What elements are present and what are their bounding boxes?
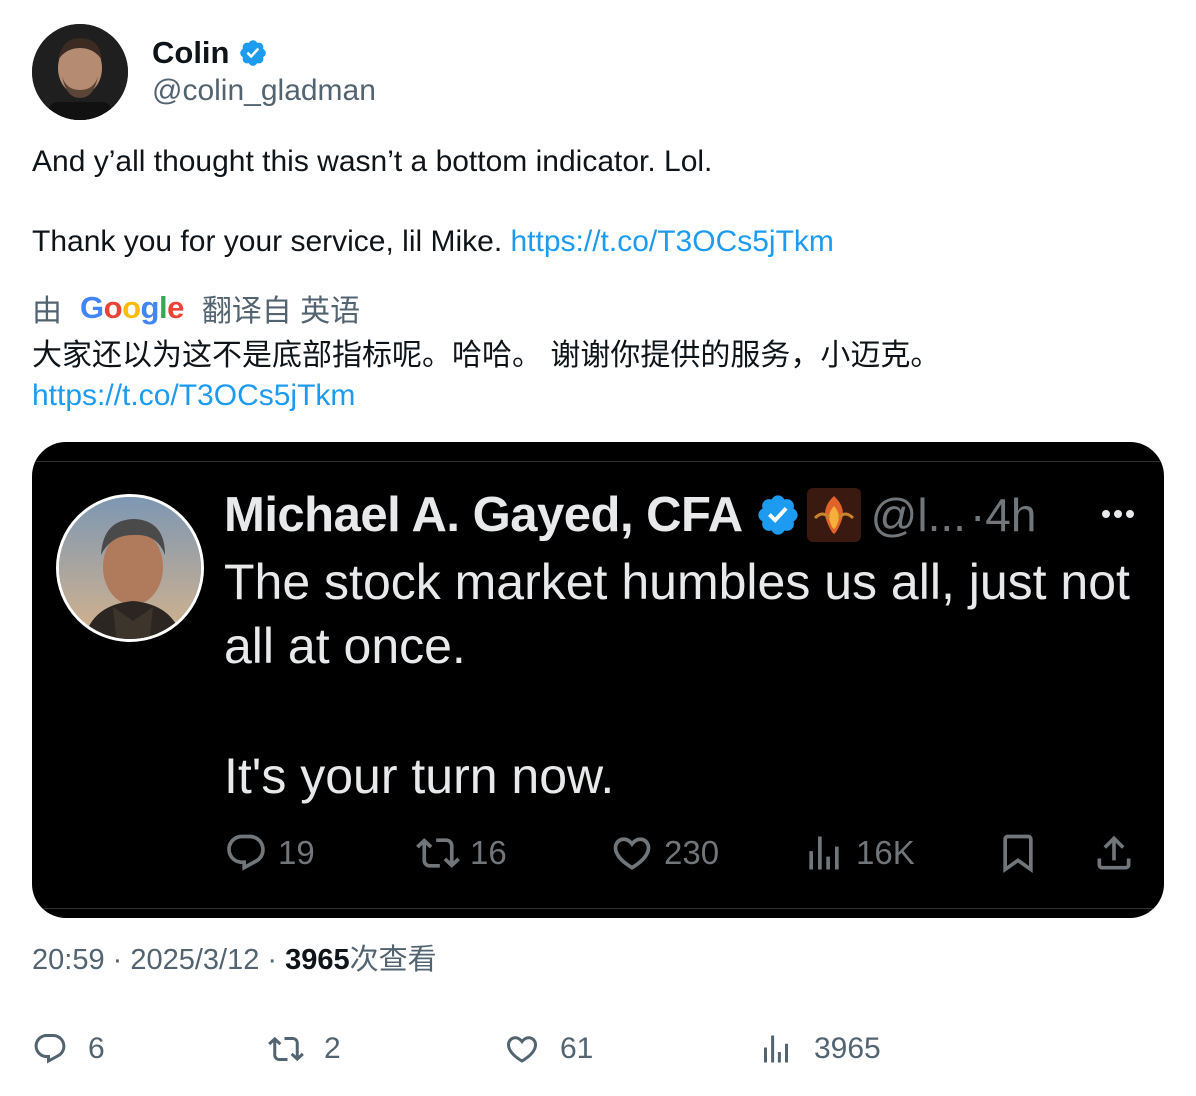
translation-attribution: 由 Google 翻译自 英语 <box>32 288 360 328</box>
analytics-icon <box>809 836 839 870</box>
reply-icon <box>227 834 265 871</box>
embedded-tweet-header: Michael A. Gayed, CFA @l... ·4h <box>224 484 1036 546</box>
divider <box>32 908 1164 909</box>
embedded-like-count: 230 <box>610 826 719 880</box>
tweet-text: And y’all thought this wasn’t a bottom i… <box>32 142 1162 262</box>
tweet-line-2: Thank you for your service, lil Mike. <box>32 225 511 258</box>
embedded-handle: @l... <box>870 489 966 541</box>
tweet-header: Colin @colin_gladman <box>32 24 376 120</box>
tweet-line-1: And y’all thought this wasn’t a bottom i… <box>32 145 713 178</box>
share-icon <box>1097 835 1131 870</box>
like-count: 61 <box>560 1032 594 1065</box>
heart-icon <box>506 1036 538 1063</box>
reply-button[interactable]: 6 <box>32 1026 105 1072</box>
affiliate-badge-icon <box>806 488 861 542</box>
embedded-bookmark <box>996 826 1050 880</box>
embedded-time: ·4h <box>969 489 1037 541</box>
author-avatar[interactable] <box>32 24 128 120</box>
reply-icon <box>34 1034 66 1064</box>
more-options-icon <box>1102 510 1134 518</box>
verified-badge-icon <box>758 495 798 535</box>
views-button[interactable]: 3965 <box>758 1026 881 1072</box>
tweet-meta: 20:59 · 2025/3/12 · 3965次查看 <box>32 940 437 980</box>
bookmark-icon <box>1003 834 1033 874</box>
translation-suffix: 翻译自 英语 <box>201 295 361 328</box>
views-label: 次查看 <box>349 944 437 976</box>
embedded-display-name: Michael A. Gayed, CFA <box>224 488 743 542</box>
embedded-reply-count: 19 <box>224 826 315 880</box>
author-display-name[interactable]: Colin <box>152 35 230 71</box>
reply-count: 6 <box>88 1032 105 1065</box>
embedded-tweet-text: The stock market humbles us all, just no… <box>224 550 1154 808</box>
translated-link[interactable]: https://t.co/T3OCs5jTkm <box>32 376 1172 416</box>
repost-icon <box>416 838 460 868</box>
embedded-line-1: The stock market humbles us all, just no… <box>224 554 1130 674</box>
translated-text: 大家还以为这不是底部指标呢。哈哈。 谢谢你提供的服务，小迈克。 https://… <box>32 336 1172 416</box>
embedded-action-bar: 19 16 230 16K <box>32 826 1164 880</box>
tweet-link[interactable]: https://t.co/T3OCs5jTkm <box>511 225 834 258</box>
embedded-line-2: It's your turn now. <box>224 748 615 804</box>
repost-button[interactable]: 2 <box>268 1026 341 1072</box>
action-bar: 6 2 61 3965 <box>0 1026 1196 1072</box>
embedded-view-count: 16K <box>802 826 915 880</box>
repost-icon <box>268 1036 304 1062</box>
embedded-share <box>1092 826 1146 880</box>
tweet-time[interactable]: 20:59 <box>32 944 105 976</box>
like-button[interactable]: 61 <box>504 1026 593 1072</box>
repost-count: 2 <box>324 1032 341 1065</box>
embedded-repost-count: 16 <box>416 826 507 880</box>
translation-prefix: 由 <box>32 295 62 328</box>
heart-icon <box>613 837 651 870</box>
meta-separator: · <box>259 944 286 976</box>
author-handle[interactable]: @colin_gladman <box>152 74 376 108</box>
embedded-author-avatar <box>56 494 204 642</box>
tweet-date[interactable]: 2025/3/12 <box>130 944 259 976</box>
translated-body: 大家还以为这不是底部指标呢。哈哈。 谢谢你提供的服务，小迈克。 <box>32 339 941 372</box>
meta-separator: · <box>104 944 131 976</box>
divider <box>32 461 1164 462</box>
views-count: 3965 <box>285 944 350 976</box>
verified-badge-icon <box>239 40 266 66</box>
analytics-icon <box>764 1035 788 1063</box>
google-logo: Google <box>80 290 184 325</box>
views-count-action: 3965 <box>814 1032 881 1065</box>
embedded-tweet-image[interactable]: Michael A. Gayed, CFA @l... ·4h The stoc… <box>32 442 1164 918</box>
